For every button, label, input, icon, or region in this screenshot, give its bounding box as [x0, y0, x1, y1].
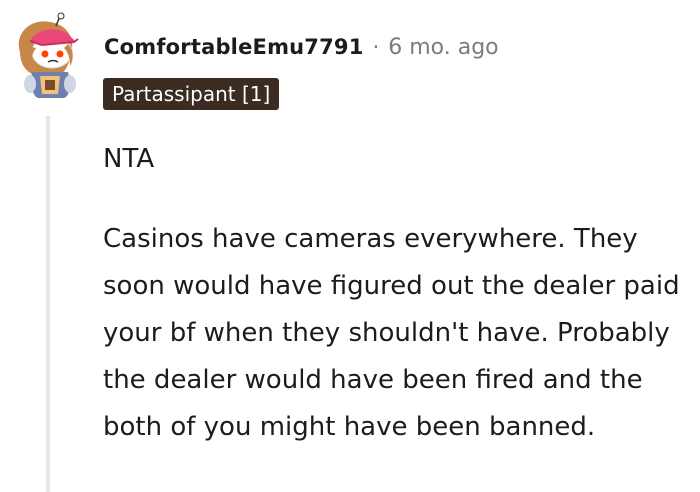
meta-separator: ·: [372, 35, 380, 59]
comment-paragraph: Casinos have cameras everywhere. They so…: [103, 224, 680, 442]
user-flair-badge: Partassipant [1]: [103, 78, 280, 110]
comment-paragraph: NTA: [103, 144, 155, 174]
thread-collapse-line[interactable]: [46, 116, 50, 492]
comment-body: NTA Casinos have cameras everywhere. The…: [103, 136, 700, 451]
comment-timestamp[interactable]: 6 mo. ago: [388, 35, 498, 60]
user-avatar[interactable]: [12, 12, 88, 102]
username-link[interactable]: ComfortableEmu7791: [104, 35, 364, 59]
comment: ComfortableEmu7791 · 6 mo. ago Partassip…: [0, 0, 700, 492]
snoo-avatar-icon: [18, 12, 79, 98]
comment-header: ComfortableEmu7791 · 6 mo. ago: [104, 30, 499, 64]
